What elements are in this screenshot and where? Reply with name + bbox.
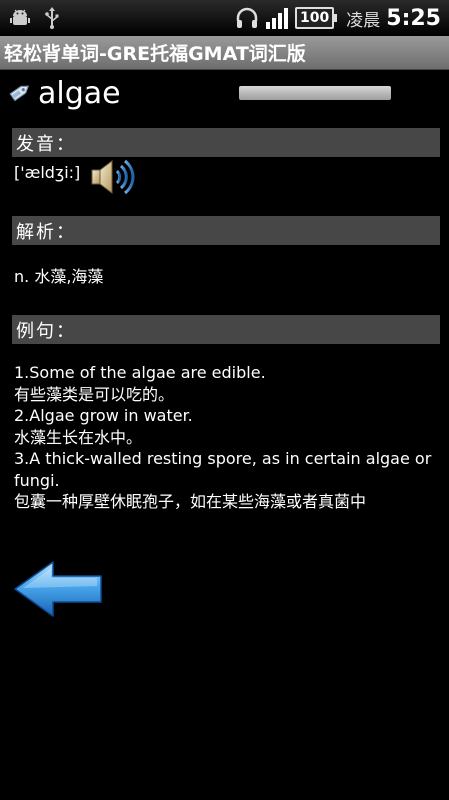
app-title: 轻松背单词-GRE托福GMAT词汇版 bbox=[4, 43, 306, 65]
back-arrow-icon bbox=[14, 561, 102, 617]
example-sentence: 3.A thick-walled resting spore, as in ce… bbox=[14, 449, 432, 490]
definition-text: n. 水藻,海藻 bbox=[14, 267, 104, 286]
word-header: algae bbox=[8, 76, 121, 111]
word-title: algae bbox=[38, 76, 121, 111]
example-translation: 水藻生长在水中。 bbox=[14, 427, 143, 447]
search-input[interactable] bbox=[239, 86, 391, 100]
status-bar: 100 凌晨 5:25 bbox=[0, 0, 449, 36]
signal-icon bbox=[265, 7, 289, 29]
headset-icon bbox=[235, 6, 259, 30]
clock: 5:25 bbox=[386, 5, 441, 31]
android-debug-icon bbox=[10, 8, 30, 28]
example-sentence: 2.Algae grow in water. bbox=[14, 406, 193, 425]
definition-header: 解析： bbox=[12, 216, 440, 245]
battery-indicator: 100 bbox=[295, 7, 338, 29]
example-translation: 包囊一种厚壁休眠孢子，如在某些海藻或者真菌中 bbox=[14, 492, 367, 511]
examples-header: 例句： bbox=[12, 315, 440, 344]
example-sentence: 1.Some of the algae are edible. bbox=[14, 363, 266, 382]
app-title-bar: 轻松背单词-GRE托福GMAT词汇版 bbox=[0, 36, 449, 70]
usb-icon bbox=[44, 7, 60, 29]
tag-icon bbox=[8, 81, 32, 107]
examples-list: 1.Some of the algae are edible. 有些藻类是可以吃… bbox=[14, 362, 439, 513]
pronunciation-header: 发音： bbox=[12, 128, 440, 157]
phonetic-text: ['ældʒi:] bbox=[14, 163, 81, 182]
time-period: 凌晨 bbox=[346, 10, 381, 31]
back-button[interactable] bbox=[13, 560, 105, 622]
speaker-icon[interactable] bbox=[88, 153, 136, 205]
example-translation: 有些藻类是可以吃的。 bbox=[14, 384, 175, 404]
